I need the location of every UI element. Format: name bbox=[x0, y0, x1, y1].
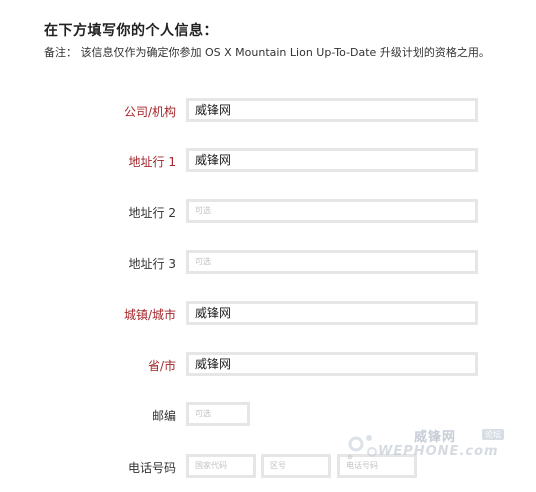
watermark-logo-icon bbox=[347, 435, 377, 460]
address-line-1-input[interactable]: 威锋网 bbox=[186, 148, 478, 172]
address-line-2-label: 地址行 2 bbox=[128, 206, 176, 220]
phone-country-code-input[interactable]: 国家代码 bbox=[186, 454, 256, 478]
zip-input[interactable]: 可选 bbox=[186, 402, 250, 426]
province-input[interactable]: 威锋网 bbox=[186, 352, 478, 376]
address-line-3-row: 地址行 3 可选 bbox=[0, 250, 536, 276]
address-line-3-input[interactable]: 可选 bbox=[186, 250, 478, 274]
eligibility-note: 备注： 该信息仅作为确定你参加 OS X Mountain Lion Up-To… bbox=[44, 46, 490, 59]
phone-area-code-input[interactable]: 区号 bbox=[261, 454, 331, 478]
province-label: 省/市 bbox=[147, 359, 176, 373]
province-row: 省/市 威锋网 bbox=[0, 352, 536, 378]
city-input[interactable]: 威锋网 bbox=[186, 301, 478, 325]
phone-label: 电话号码 bbox=[127, 461, 176, 475]
company-input[interactable]: 威锋网 bbox=[186, 98, 478, 122]
city-row: 城镇/城市 威锋网 bbox=[0, 301, 536, 327]
company-label: 公司/机构 bbox=[123, 105, 176, 119]
watermark-name-cn: 威锋网 bbox=[414, 430, 457, 445]
watermark-badge: 论坛 bbox=[482, 429, 504, 440]
watermark-name-en: WEPHONE.com bbox=[378, 444, 499, 459]
address-line-2-input[interactable]: 可选 bbox=[186, 199, 478, 223]
address-line-1-row: 地址行 1 威锋网 bbox=[0, 148, 536, 174]
page-heading: 在下方填写你的个人信息： bbox=[44, 23, 218, 39]
address-line-1-label: 地址行 1 bbox=[128, 155, 176, 169]
company-row: 公司/机构 威锋网 bbox=[0, 98, 536, 124]
zip-label: 邮编 bbox=[151, 409, 176, 423]
city-label: 城镇/城市 bbox=[123, 308, 176, 322]
weiphone-watermark: 威锋网 论坛 WEPHONE.com bbox=[342, 422, 512, 468]
address-line-3-label: 地址行 3 bbox=[128, 257, 176, 271]
address-line-2-row: 地址行 2 可选 bbox=[0, 199, 536, 225]
